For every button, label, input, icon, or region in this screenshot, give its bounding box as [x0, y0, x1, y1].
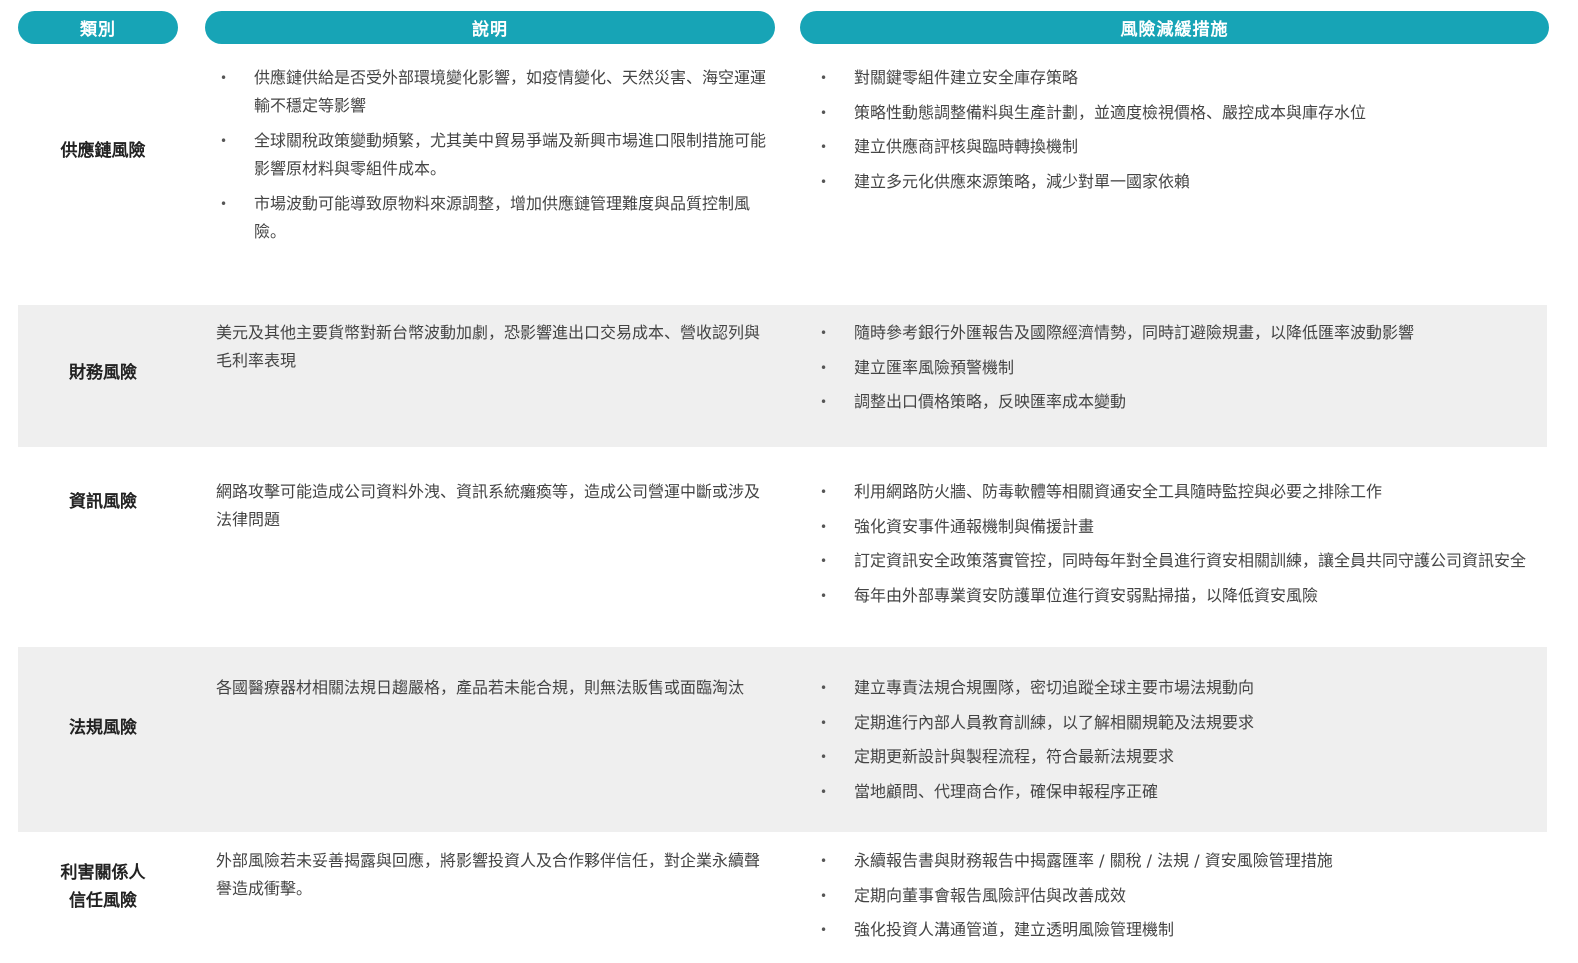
row-supply-chain-risk: 供應鏈風險 供應鏈供給是否受外部環境變化影響，如疫情變化、天然災害、海空運運輸不… — [18, 50, 1547, 305]
mitigation-cell: 建立專責法規合規團隊，密切追蹤全球主要市場法規動向 定期進行內部人員教育訓練，以… — [818, 674, 1543, 812]
category-line: 信任風險 — [69, 891, 137, 911]
mitigation-cell: 利用網路防火牆、防毒軟體等相關資通安全工具隨時監控與必要之排除工作 強化資安事件… — [818, 478, 1543, 616]
row-information-risk: 資訊風險 網路攻擊可能造成公司資料外洩、資訊系統癱瘓等，造成公司營運中斷或涉及法… — [18, 447, 1547, 647]
mitigation-item: 隨時參考銀行外匯報告及國際經濟情勢，同時訂避險規畫，以降低匯率波動影響 — [818, 319, 1543, 347]
mitigation-item: 訂定資訊安全政策落實管控，同時每年對全員進行資安相關訓練，讓全員共同守護公司資訊… — [818, 547, 1543, 575]
mitigation-item: 對關鍵零組件建立安全庫存策略 — [818, 64, 1543, 92]
description-item: 全球關稅政策變動頻繁，尤其美中貿易爭端及新興市場進口限制措施可能影響原材料與零組… — [218, 127, 768, 183]
description-list: 供應鏈供給是否受外部環境變化影響，如疫情變化、天然災害、海空運運輸不穩定等影響 … — [218, 64, 768, 246]
row-regulatory-risk: 法規風險 各國醫療器材相關法規日趨嚴格，產品若未能合規，則無法販售或面臨淘汰 建… — [18, 647, 1547, 832]
category-supply-chain: 供應鏈風險 — [60, 141, 146, 161]
mitigation-item: 當地顧問、代理商合作，確保申報程序正確 — [818, 778, 1543, 806]
mitigation-item: 建立專責法規合規團隊，密切追蹤全球主要市場法規動向 — [818, 674, 1543, 702]
description-text: 外部風險若未妥善揭露與回應，將影響投資人及合作夥伴信任，對企業永續聲譽造成衝擊。 — [216, 851, 761, 898]
category-stakeholder-trust: 利害關係人 信任風險 — [18, 859, 188, 915]
mitigation-list: 建立專責法規合規團隊，密切追蹤全球主要市場法規動向 定期進行內部人員教育訓練，以… — [818, 674, 1543, 806]
mitigation-cell: 隨時參考銀行外匯報告及國際經濟情勢，同時訂避險規畫，以降低匯率波動影響 建立匯率… — [818, 319, 1543, 423]
mitigation-list: 對關鍵零組件建立安全庫存策略 策略性動態調整備料與生產計劃，並適度檢視價格、嚴控… — [818, 64, 1543, 196]
header-mitigation: 風險減緩措施 — [800, 11, 1549, 44]
category-line: 利害關係人 — [60, 863, 146, 883]
row-stakeholder-trust-risk: 利害關係人 信任風險 外部風險若未妥善揭露與回應，將影響投資人及合作夥伴信任，對… — [18, 832, 1547, 963]
mitigation-item: 強化資安事件通報機制與備援計畫 — [818, 513, 1543, 541]
mitigation-cell: 永續報告書與財務報告中揭露匯率 / 關稅 / 法規 / 資安風險管理措施 定期向… — [818, 847, 1543, 951]
mitigation-item: 定期向董事會報告風險評估與改善成效 — [818, 882, 1543, 910]
category-regulatory: 法規風險 — [69, 718, 137, 738]
description-item: 市場波動可能導致原物料來源調整，增加供應鏈管理難度與品質控制風險。 — [218, 190, 768, 246]
header-description: 說明 — [205, 11, 775, 44]
mitigation-item: 定期更新設計與製程流程，符合最新法規要求 — [818, 743, 1543, 771]
header-category: 類別 — [18, 11, 178, 44]
category-information: 資訊風險 — [69, 492, 137, 512]
mitigation-cell: 對關鍵零組件建立安全庫存策略 策略性動態調整備料與生產計劃，並適度檢視價格、嚴控… — [818, 64, 1543, 202]
description-cell: 供應鏈供給是否受外部環境變化影響，如疫情變化、天然災害、海空運運輸不穩定等影響 … — [218, 64, 768, 253]
mitigation-list: 永續報告書與財務報告中揭露匯率 / 關稅 / 法規 / 資安風險管理措施 定期向… — [818, 847, 1543, 944]
mitigation-item: 定期進行內部人員教育訓練，以了解相關規範及法規要求 — [818, 709, 1543, 737]
mitigation-item: 建立匯率風險預警機制 — [818, 354, 1543, 382]
mitigation-item: 策略性動態調整備料與生產計劃，並適度檢視價格、嚴控成本與庫存水位 — [818, 99, 1543, 127]
description-item: 供應鏈供給是否受外部環境變化影響，如疫情變化、天然災害、海空運運輸不穩定等影響 — [218, 64, 768, 120]
mitigation-item: 利用網路防火牆、防毒軟體等相關資通安全工具隨時監控與必要之排除工作 — [818, 478, 1543, 506]
description-text: 各國醫療器材相關法規日趨嚴格，產品若未能合規，則無法販售或面臨淘汰 — [216, 678, 745, 697]
description-text: 美元及其他主要貨幣對新台幣波動加劇，恐影響進出口交易成本、營收認列與毛利率表現 — [216, 323, 761, 370]
mitigation-list: 隨時參考銀行外匯報告及國際經濟情勢，同時訂避險規畫，以降低匯率波動影響 建立匯率… — [818, 319, 1543, 416]
mitigation-item: 每年由外部專業資安防護單位進行資安弱點掃描，以降低資安風險 — [818, 582, 1543, 610]
mitigation-item: 調整出口價格策略，反映匯率成本變動 — [818, 388, 1543, 416]
mitigation-item: 強化投資人溝通管道，建立透明風險管理機制 — [818, 916, 1543, 944]
mitigation-item: 建立多元化供應來源策略，減少對單一國家依賴 — [818, 168, 1543, 196]
mitigation-item: 永續報告書與財務報告中揭露匯率 / 關稅 / 法規 / 資安風險管理措施 — [818, 847, 1543, 875]
category-financial: 財務風險 — [69, 363, 137, 383]
description-text: 網路攻擊可能造成公司資料外洩、資訊系統癱瘓等，造成公司營運中斷或涉及法律問題 — [216, 482, 761, 529]
row-financial-risk: 財務風險 美元及其他主要貨幣對新台幣波動加劇，恐影響進出口交易成本、營收認列與毛… — [18, 305, 1547, 447]
mitigation-list: 利用網路防火牆、防毒軟體等相關資通安全工具隨時監控與必要之排除工作 強化資安事件… — [818, 478, 1543, 610]
mitigation-item: 建立供應商評核與臨時轉換機制 — [818, 133, 1543, 161]
